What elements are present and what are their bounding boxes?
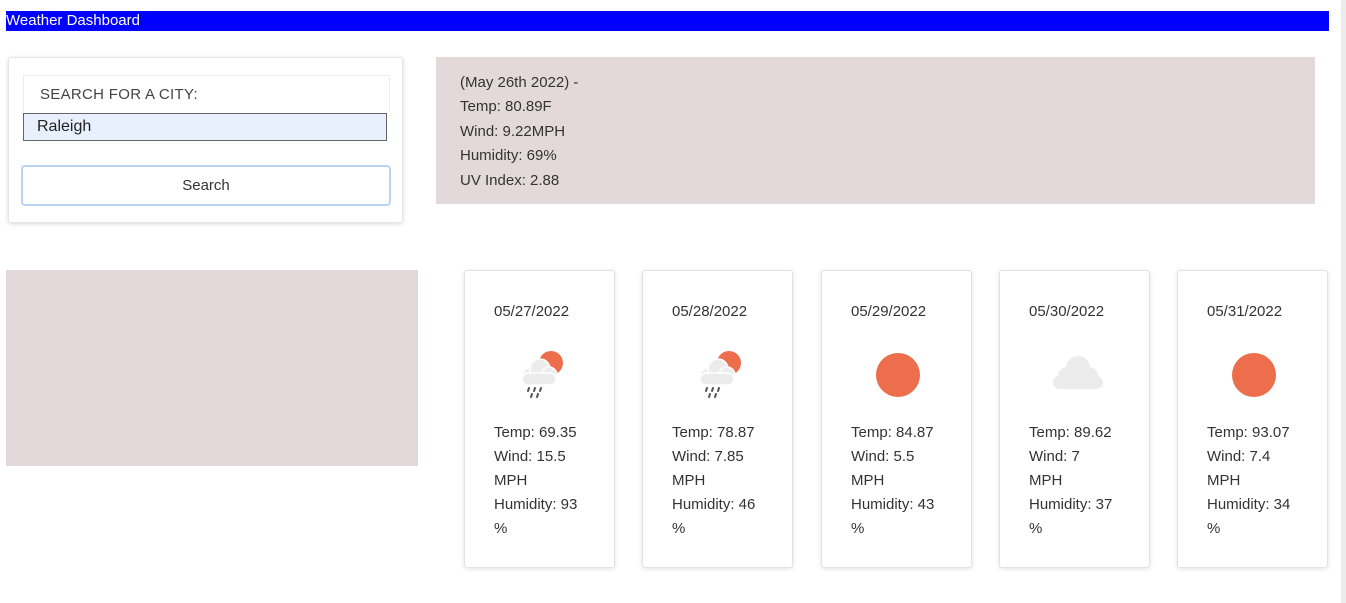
forecast-wind: Wind: 7	[1029, 448, 1080, 465]
forecast-date: 05/27/2022	[494, 303, 570, 320]
page-header: Weather Dashboard	[6, 11, 1329, 31]
search-panel: SEARCH FOR A CITY: Search	[8, 57, 403, 223]
forecast-wind-unit: MPH	[1207, 472, 1241, 489]
forecast-humidity-unit: %	[494, 520, 508, 537]
current-uv-index: UV Index: 2.88	[460, 171, 560, 189]
forecast-humidity: Humidity: 43	[851, 496, 935, 513]
forecast-humidity-unit: %	[851, 520, 865, 537]
forecast-date: 05/28/2022	[672, 303, 748, 320]
forecast-date: 05/30/2022	[1029, 303, 1105, 320]
search-history-panel	[6, 270, 418, 466]
forecast-humidity: Humidity: 46	[672, 496, 756, 513]
forecast-temp: Temp: 93.07	[1207, 424, 1290, 441]
forecast-temp: Temp: 78.87	[672, 424, 755, 441]
forecast-wind: Wind: 7.85	[672, 448, 744, 465]
sun-icon	[1232, 353, 1276, 397]
forecast-humidity: Humidity: 93	[494, 496, 578, 513]
forecast-card: 05/28/2022 Temp: 78.87 Wind: 7.85 MPH Hu…	[642, 270, 793, 568]
current-temp: Temp: 80.89F	[460, 98, 552, 116]
forecast-humidity: Humidity: 37	[1029, 496, 1113, 513]
forecast-date: 05/31/2022	[1207, 303, 1283, 320]
city-search-input[interactable]	[23, 113, 387, 141]
sun-icon	[876, 353, 920, 397]
sun-behind-rain-cloud-icon	[521, 351, 563, 398]
forecast-humidity-unit: %	[672, 520, 686, 537]
search-button[interactable]: Search	[21, 165, 391, 206]
forecast-wind-unit: MPH	[851, 472, 885, 489]
forecast-date: 05/29/2022	[851, 303, 927, 320]
cloud-icon	[1053, 356, 1103, 389]
sun-behind-rain-cloud-icon	[699, 351, 741, 398]
forecast-temp: Temp: 84.87	[851, 424, 934, 441]
forecast-humidity-unit: %	[1207, 520, 1221, 537]
forecast-card: 05/31/2022 Temp: 93.07 Wind: 7.4 MPH Hum…	[1177, 270, 1328, 568]
forecast-wind-unit: MPH	[494, 472, 528, 489]
forecast-temp: Temp: 89.62	[1029, 424, 1112, 441]
forecast-wind: Wind: 5.5	[851, 448, 915, 465]
page-scrollbar[interactable]	[1341, 0, 1346, 603]
forecast-wind: Wind: 15.5	[494, 448, 566, 465]
forecast-humidity: Humidity: 34	[1207, 496, 1291, 513]
current-date: (May 26th 2022) -	[460, 74, 579, 91]
page-title: Weather Dashboard	[6, 12, 140, 29]
forecast-card: 05/30/2022 Temp: 89.62 Wind: 7 MPH Humid…	[999, 270, 1150, 568]
current-humidity: Humidity: 69%	[460, 147, 557, 165]
forecast-temp: Temp: 69.35	[494, 424, 577, 441]
current-wind: Wind: 9.22MPH	[460, 122, 566, 140]
forecast-card: 05/29/2022 Temp: 84.87 Wind: 5.5 MPH Hum…	[821, 270, 972, 568]
forecast-wind-unit: MPH	[672, 472, 706, 489]
search-label-box: SEARCH FOR A CITY:	[23, 75, 390, 112]
forecast-wind-unit: MPH	[1029, 472, 1063, 489]
forecast-humidity-unit: %	[1029, 520, 1043, 537]
search-label: SEARCH FOR A CITY:	[40, 86, 198, 103]
current-weather-panel: (May 26th 2022) - Temp: 80.89F Wind: 9.2…	[436, 57, 1315, 204]
forecast-card: 05/27/2022 Temp: 69.35 Wind: 15.5 MPH Hu…	[464, 270, 615, 568]
forecast-wind: Wind: 7.4	[1207, 448, 1271, 465]
